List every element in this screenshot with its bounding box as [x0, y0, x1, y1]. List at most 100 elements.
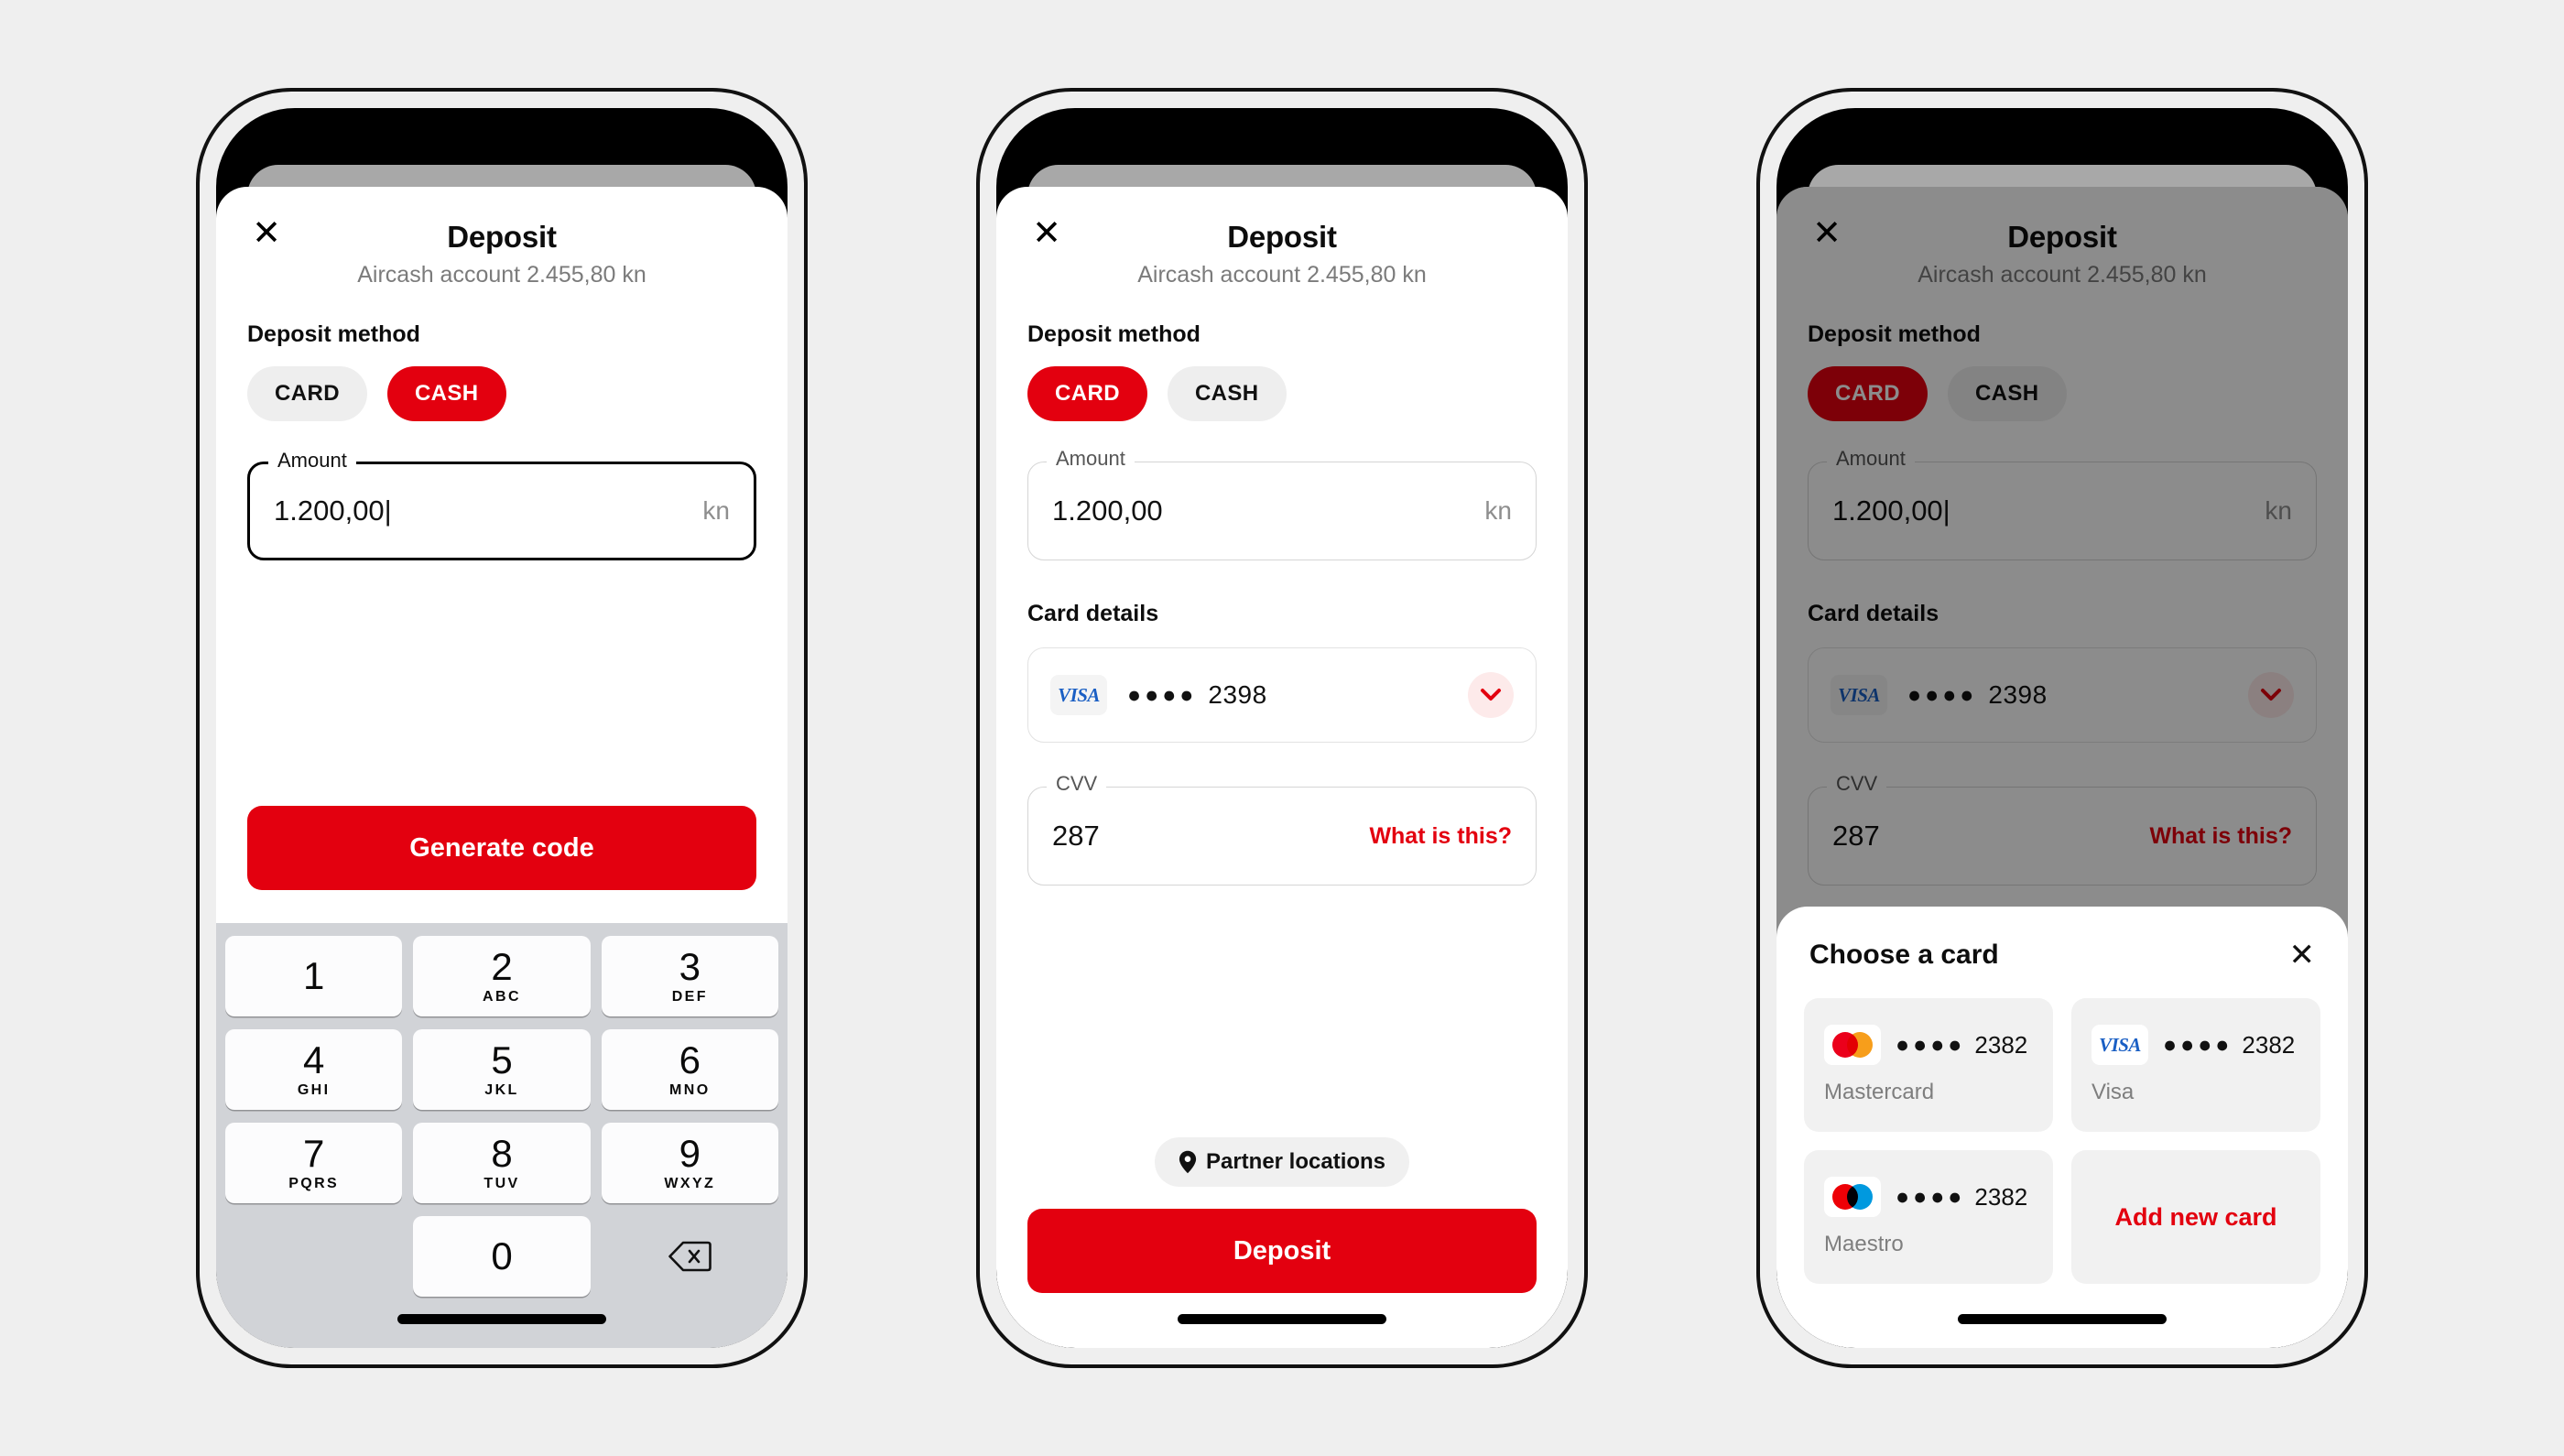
amount-input[interactable]: 1.200,00|	[1832, 494, 2265, 527]
key-9[interactable]: 9 WXYZ	[601, 1123, 778, 1203]
key-number: 3	[679, 944, 701, 988]
key-number: 9	[679, 1131, 701, 1175]
numeric-keypad: 1 2 ABC 3 DEF 4 GHI 5 JKL 6 MNO 7 PQRS 8 TUV 9W…	[216, 923, 788, 1348]
key-number: 4	[302, 1038, 325, 1081]
amount-currency-suffix: kn	[2265, 496, 2292, 525]
phone-screen: ✕ Deposit Aircash account 2.455,80 kn De…	[1776, 108, 2348, 1348]
card-option-top: VISA ●●●● 2382	[2091, 1025, 2300, 1065]
backspace-icon[interactable]	[602, 1216, 778, 1297]
deposit-method-label: Deposit method	[247, 321, 420, 347]
card-last4: 2382	[2242, 1030, 2296, 1059]
chip-card[interactable]: CARD	[1027, 366, 1147, 421]
key-0[interactable]: 0	[413, 1216, 591, 1297]
card-last4: 2398	[1208, 680, 1267, 709]
close-icon[interactable]: ✕	[1027, 214, 1066, 253]
home-indicator	[1958, 1314, 2167, 1324]
key-4[interactable]: 4 GHI	[225, 1029, 403, 1110]
selected-card-row[interactable]: VISA ●●●● 2398	[1027, 647, 1537, 743]
amount-field-legend: Amount	[1827, 449, 1915, 469]
sheet-header: ✕ Deposit Aircash account 2.455,80 kn	[996, 187, 1568, 288]
close-icon[interactable]: ✕	[247, 214, 286, 253]
visa-logo-text: VISA	[1838, 683, 1880, 706]
card-last4: 2382	[1974, 1030, 2028, 1059]
close-icon[interactable]: ✕	[2289, 940, 2316, 971]
deposit-method-label: Deposit method	[1027, 321, 1201, 347]
card-number-masked: ●●●● 2398	[1907, 680, 2048, 710]
phone-mockup-card: ✕ Deposit Aircash account 2.455,80 kn De…	[976, 88, 1588, 1368]
cvv-field[interactable]: CVV 287 What is this?	[1027, 774, 1537, 886]
key-number: 1	[302, 954, 325, 997]
card-dots: ●●●●	[1896, 1031, 1966, 1058]
sheet-header: ✕ Deposit Aircash account 2.455,80 kn	[216, 187, 788, 288]
generate-code-button[interactable]: Generate code	[247, 806, 756, 890]
key-8[interactable]: 8 TUV	[413, 1123, 591, 1203]
chip-cash[interactable]: CASH	[1167, 366, 1287, 421]
card-option-visa[interactable]: VISA ●●●● 2382 Visa	[2071, 998, 2320, 1132]
deposit-method-chips: CARD CASH	[1027, 366, 1537, 421]
what-is-this-link[interactable]: What is this?	[1369, 823, 1512, 850]
chevron-down-icon[interactable]	[1468, 672, 1514, 718]
cvv-field[interactable]: CVV 287 What is this?	[1808, 774, 2317, 886]
cvv-input[interactable]: 287	[1832, 820, 2149, 853]
key-letters: TUV	[483, 1175, 520, 1191]
visa-logo-text: VISA	[1058, 683, 1100, 706]
key-1[interactable]: 1	[225, 936, 403, 1016]
close-icon[interactable]: ✕	[1808, 214, 1846, 253]
card-option-maestro[interactable]: ●●●● 2382 Maestro	[1804, 1150, 2053, 1284]
account-balance-subtitle: Aircash account 2.455,80 kn	[1137, 262, 1427, 288]
deposit-method-chips: CARD CASH	[1808, 366, 2317, 421]
partner-locations-label: Partner locations	[1205, 1149, 1386, 1174]
deposit-method-label: Deposit method	[1808, 321, 1981, 347]
visa-logo: VISA	[2091, 1025, 2148, 1065]
key-number: 5	[491, 1038, 513, 1081]
key-letters: WXYZ	[664, 1175, 716, 1191]
mastercard-logo	[1824, 1025, 1881, 1065]
partner-locations-button[interactable]: Partner locations	[1154, 1137, 1410, 1187]
key-6[interactable]: 6 MNO	[601, 1029, 778, 1110]
chip-card[interactable]: CARD	[1808, 366, 1928, 421]
visa-logo-text: VISA	[2099, 1033, 2141, 1056]
maestro-logo	[1824, 1177, 1881, 1217]
amount-field[interactable]: Amount 1.200,00| kn	[1808, 449, 2317, 560]
key-5[interactable]: 5 JKL	[413, 1029, 591, 1110]
card-option-mastercard[interactable]: ●●●● 2382 Mastercard	[1804, 998, 2053, 1132]
card-details-label: Card details	[1027, 601, 1159, 626]
amount-input[interactable]: 1.200,00	[1052, 494, 1484, 527]
key-7[interactable]: 7 PQRS	[225, 1123, 403, 1203]
map-pin-icon	[1179, 1150, 1197, 1174]
add-new-card-button[interactable]: Add new card	[2071, 1150, 2320, 1284]
amount-field[interactable]: Amount 1.200,00| kn	[247, 451, 756, 560]
screens-stage: ✕ Deposit Aircash account 2.455,80 kn De…	[0, 0, 2564, 1456]
card-number-masked: ●●●● 2382	[2163, 1031, 2295, 1059]
card-last4: 2382	[1974, 1182, 2028, 1211]
deposit-sheet: ✕ Deposit Aircash account 2.455,80 kn De…	[216, 187, 788, 1348]
amount-currency-suffix: kn	[1484, 496, 1512, 525]
chip-cash[interactable]: CASH	[386, 366, 506, 421]
chip-card[interactable]: CARD	[247, 366, 367, 421]
page-title: Deposit	[447, 220, 557, 254]
maestro-circles	[1832, 1184, 1873, 1210]
phone-mockup-cash: ✕ Deposit Aircash account 2.455,80 kn De…	[196, 88, 808, 1368]
chip-cash[interactable]: CASH	[1947, 366, 2067, 421]
selected-card-row[interactable]: VISA ●●●● 2398	[1808, 647, 2317, 743]
deposit-button[interactable]: Deposit	[1027, 1209, 1537, 1293]
key-letters: ABC	[483, 988, 521, 1005]
amount-field[interactable]: Amount 1.200,00 kn	[1027, 449, 1537, 560]
chevron-down-icon[interactable]	[2248, 672, 2294, 718]
key-blank	[225, 1216, 402, 1297]
what-is-this-link[interactable]: What is this?	[2149, 823, 2292, 850]
card-dots: ●●●●	[1896, 1183, 1966, 1210]
card-brand-name: Maestro	[1824, 1232, 1904, 1256]
key-number: 8	[491, 1131, 513, 1175]
key-3[interactable]: 3 DEF	[601, 936, 778, 1016]
amount-input[interactable]: 1.200,00|	[274, 494, 702, 527]
cvv-field-legend: CVV	[1827, 774, 1887, 794]
cvv-input[interactable]: 287	[1052, 820, 1369, 853]
visa-logo: VISA	[1050, 675, 1107, 715]
page-title: Deposit	[1227, 220, 1337, 254]
sheet-header: ✕ Deposit Aircash account 2.455,80 kn	[1776, 187, 2348, 288]
key-2[interactable]: 2 ABC	[413, 936, 591, 1016]
card-options-grid: ●●●● 2382 Mastercard VISA ●●●● 2382 Visa…	[1804, 998, 2320, 1284]
